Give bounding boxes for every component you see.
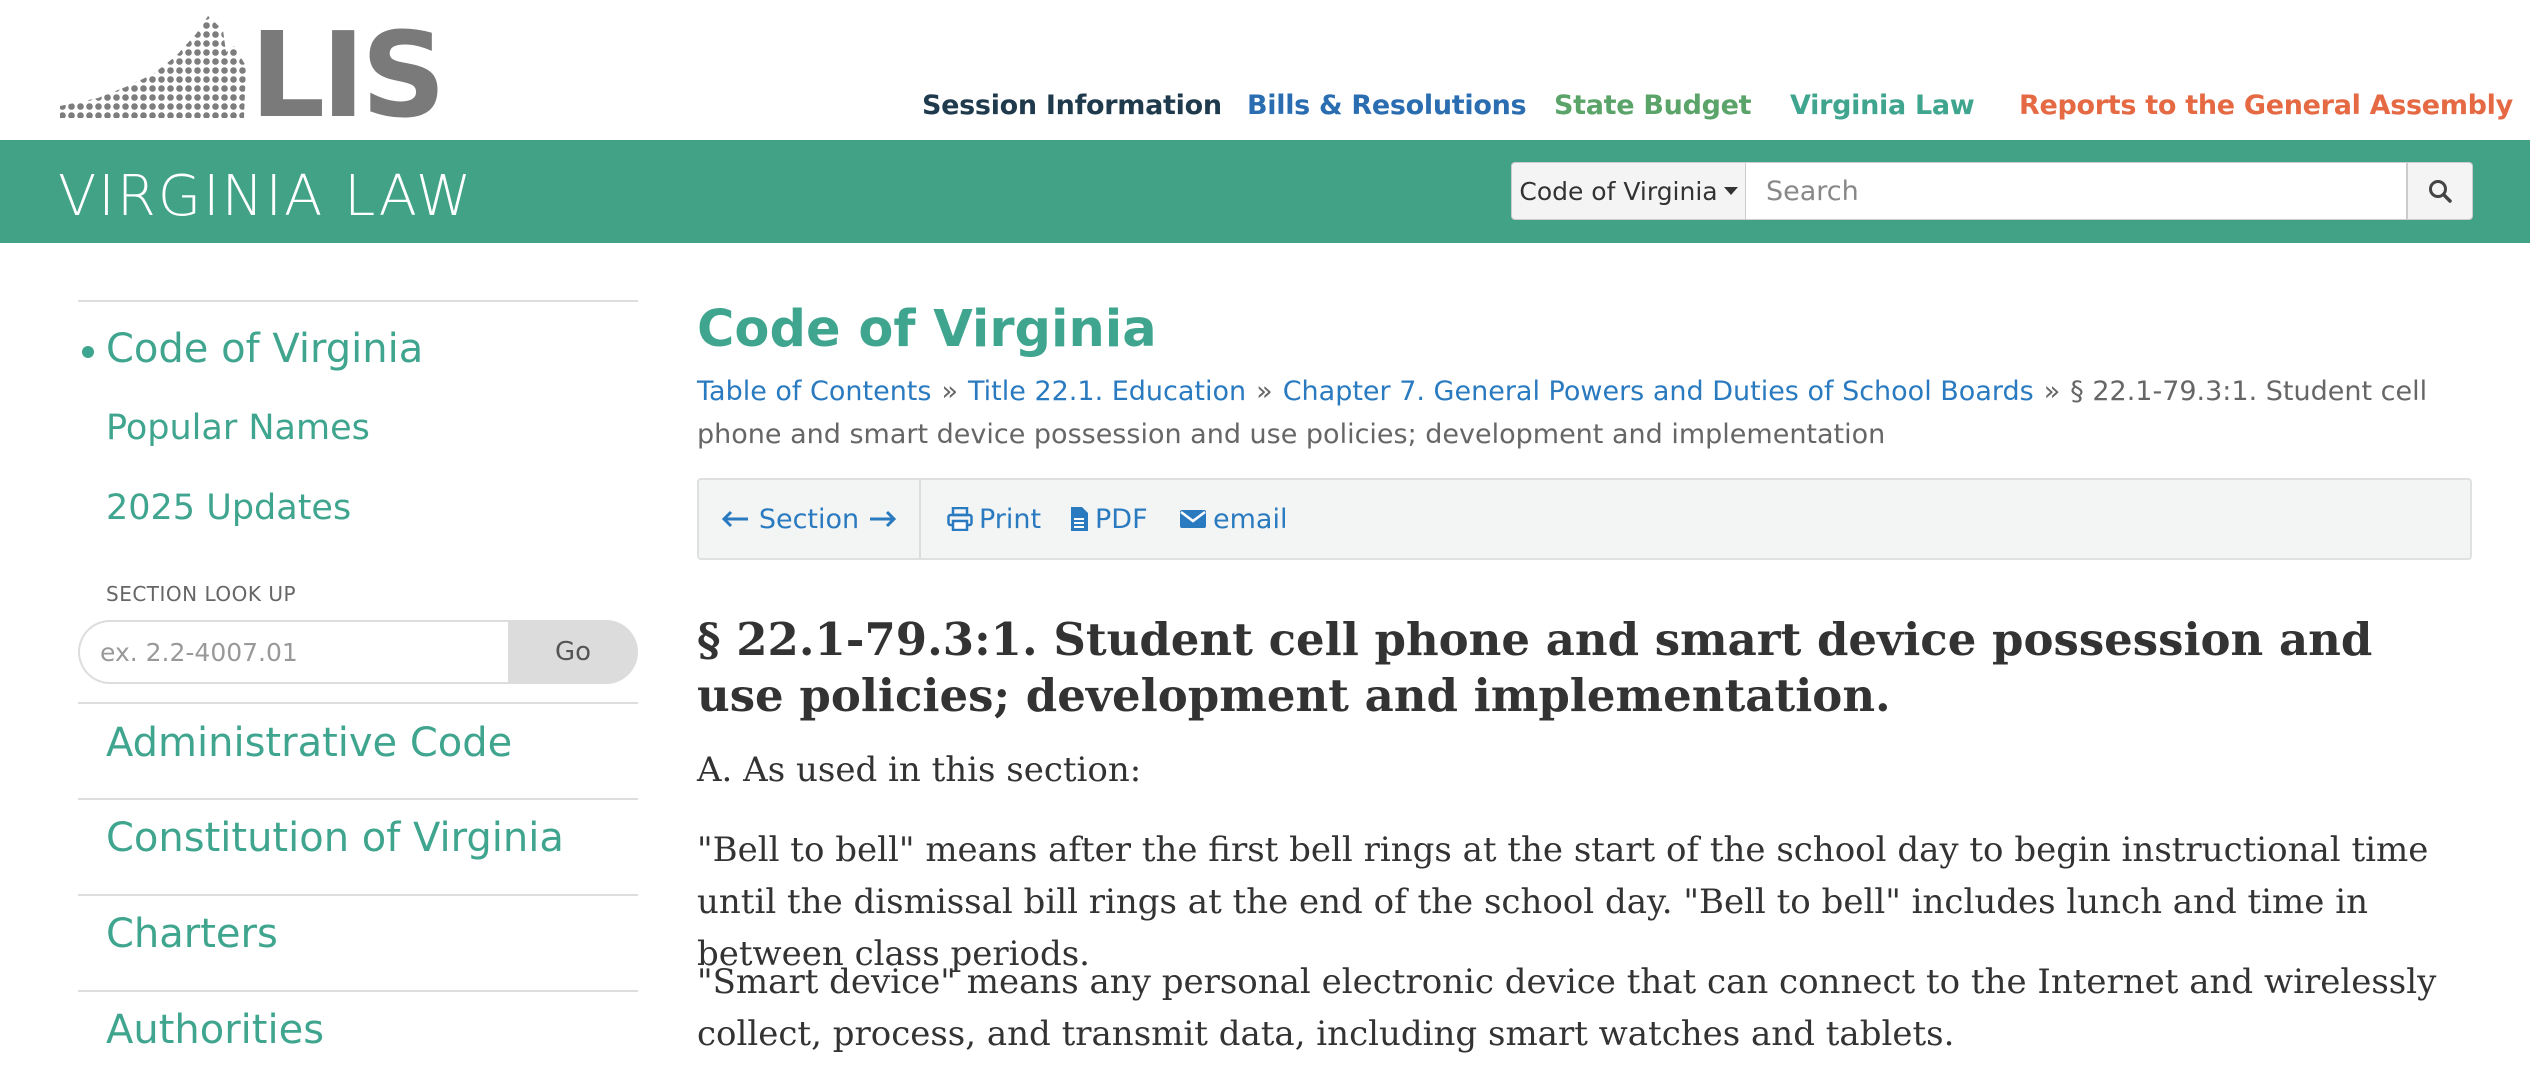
- section-nav-label: Section: [758, 503, 860, 535]
- breadcrumb-chapter[interactable]: Chapter 7. General Powers and Duties of …: [1283, 376, 2034, 407]
- search-scope-label: Code of Virginia: [1519, 176, 1718, 206]
- nav-session-information[interactable]: Session Information: [922, 90, 1222, 121]
- pdf-button[interactable]: PDF: [1069, 480, 1148, 558]
- caret-down-icon: [1723, 187, 1738, 195]
- breadcrumb-separator: »: [941, 376, 958, 407]
- sidebar-item-popular-names[interactable]: Popular Names: [106, 408, 370, 448]
- document-icon: [1071, 507, 1088, 531]
- top-header: LIS Session Information Bills & Resoluti…: [0, 0, 2530, 140]
- breadcrumb-separator: »: [2043, 376, 2061, 407]
- virginia-map-logo-icon: LIS: [60, 12, 446, 122]
- nav-state-budget[interactable]: State Budget: [1554, 90, 1752, 121]
- search-icon: [2429, 180, 2452, 203]
- printer-icon: [947, 507, 973, 531]
- divider: [78, 798, 638, 800]
- sidebar-item-charters[interactable]: Charters: [106, 911, 278, 957]
- section-toolbar: Section Print PDF email: [697, 478, 2472, 560]
- sidebar-item-code-of-virginia[interactable]: Code of Virginia: [106, 326, 423, 372]
- sidebar-item-2025-updates[interactable]: 2025 Updates: [106, 488, 351, 528]
- arrow-left-icon[interactable]: [721, 510, 749, 528]
- section-lookup-form: Go: [78, 620, 638, 684]
- banner-title: VIRGINIA LAW: [58, 164, 474, 229]
- active-bullet-icon: [82, 346, 94, 358]
- section-nav: Section: [699, 480, 921, 558]
- search-bar: Code of Virginia: [1511, 162, 2473, 220]
- search-input[interactable]: [1746, 162, 2407, 220]
- breadcrumb: Table of Contents » Title 22.1. Education »…: [697, 370, 2472, 456]
- section-lookup-go-button[interactable]: Go: [508, 620, 638, 684]
- arrow-right-icon[interactable]: [869, 510, 897, 528]
- section-heading: § 22.1-79.3:1. Student cell phone and sm…: [697, 613, 2373, 722]
- logo-text: LIS: [250, 12, 442, 122]
- nav-virginia-law[interactable]: Virginia Law: [1790, 90, 1975, 121]
- nav-bills-resolutions[interactable]: Bills & Resolutions: [1247, 90, 1527, 121]
- divider: [78, 990, 638, 992]
- section-lookup-label: SECTION LOOK UP: [106, 582, 297, 606]
- section-lookup-input[interactable]: [78, 620, 508, 684]
- breadcrumb-table-of-contents[interactable]: Table of Contents: [697, 376, 931, 407]
- sidebar-item-constitution[interactable]: Constitution of Virginia: [106, 815, 564, 861]
- pdf-label: PDF: [1095, 503, 1148, 535]
- print-label: Print: [979, 503, 1042, 535]
- envelope-icon: [1180, 510, 1206, 528]
- email-label: email: [1213, 503, 1288, 535]
- page-title: Code of Virginia: [697, 300, 1157, 359]
- divider: [78, 300, 638, 302]
- sidebar-item-administrative-code[interactable]: Administrative Code: [106, 720, 512, 766]
- divider: [78, 702, 638, 704]
- breadcrumb-separator: »: [1256, 376, 1273, 407]
- print-button[interactable]: Print: [947, 480, 1041, 558]
- search-button[interactable]: [2407, 162, 2473, 220]
- email-button[interactable]: email: [1179, 480, 1287, 558]
- nav-reports-general-assembly[interactable]: Reports to the General Assembly: [2019, 90, 2513, 121]
- paragraph: A. As used in this section:: [697, 750, 1142, 790]
- search-scope-dropdown[interactable]: Code of Virginia: [1511, 162, 1746, 220]
- paragraph: "Smart device" means any personal electr…: [697, 962, 2437, 1054]
- sidebar-item-authorities[interactable]: Authorities: [106, 1007, 324, 1053]
- divider: [78, 894, 638, 896]
- lis-logo[interactable]: LIS: [58, 12, 468, 122]
- breadcrumb-title[interactable]: Title 22.1. Education: [968, 376, 1246, 407]
- section-banner: VIRGINIA LAW Code of Virginia: [0, 140, 2530, 243]
